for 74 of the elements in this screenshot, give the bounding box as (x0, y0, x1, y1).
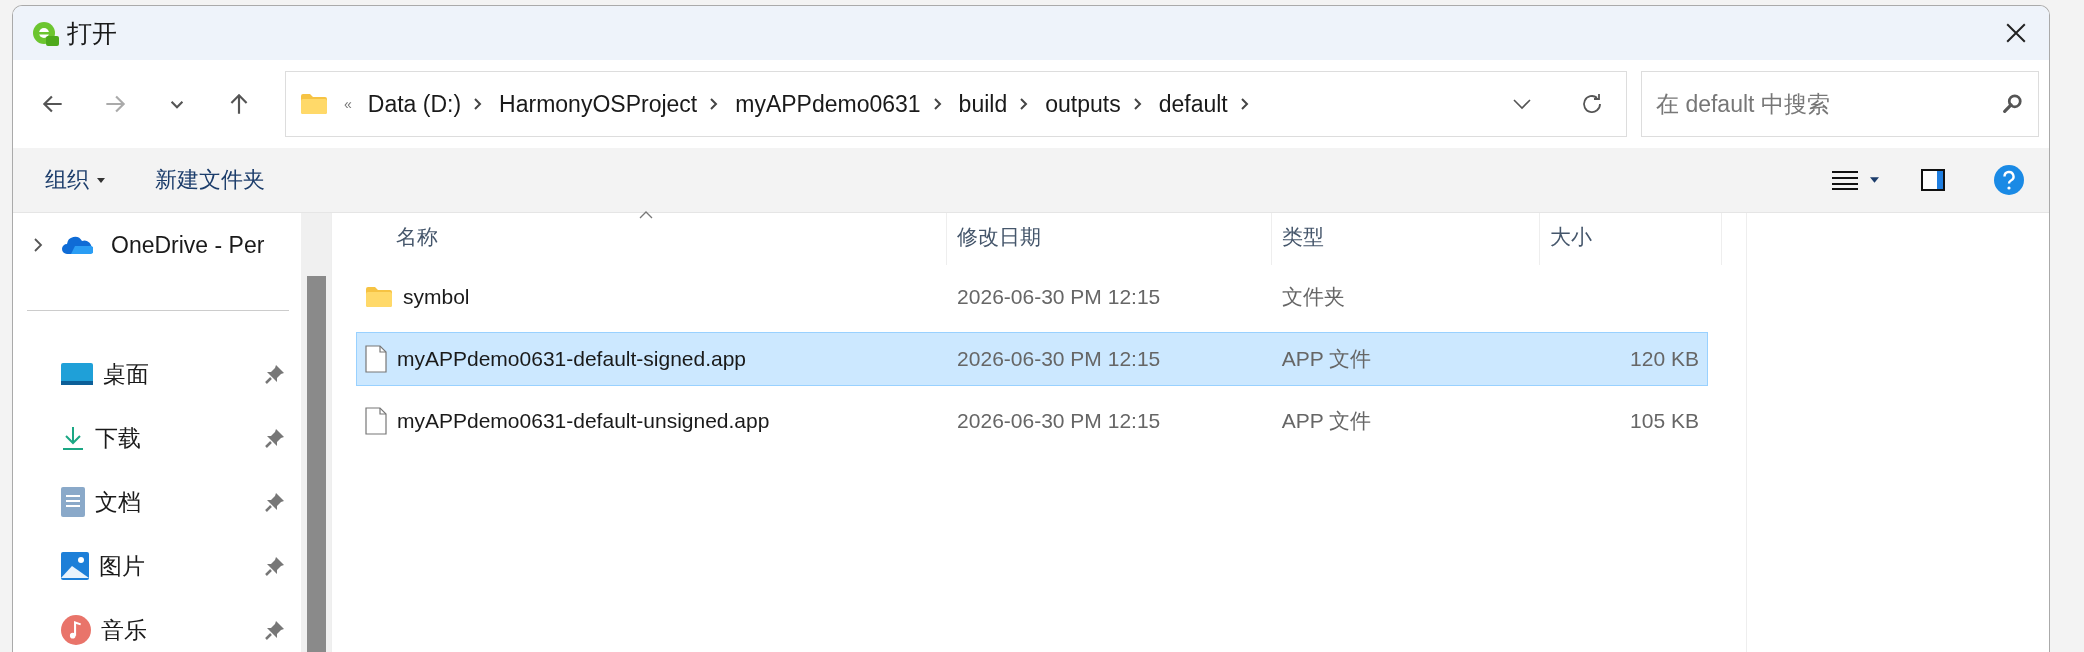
column-header[interactable]: 名称 (332, 213, 947, 265)
sidebar-label: 音乐 (101, 615, 148, 645)
download-icon (61, 425, 85, 451)
breadcrumb-item[interactable]: build (958, 90, 1008, 118)
breadcrumb-item[interactable]: outputs (1045, 90, 1121, 118)
chevron-right-icon[interactable] (33, 237, 43, 253)
pin-icon[interactable] (265, 364, 285, 384)
sidebar-item[interactable]: 文档 (13, 470, 301, 534)
scrollbar-thumb[interactable] (306, 276, 326, 652)
file-size: 105 KB (1630, 409, 1699, 433)
folder-icon (365, 286, 393, 308)
file-name: myAPPdemo0631-default-signed.app (397, 347, 747, 371)
sidebar-label: 文档 (95, 487, 142, 517)
new-folder-button[interactable]: 新建文件夹 (147, 159, 273, 201)
file-row[interactable]: myAPPdemo0631-default-signed.app 2026-06-30 PM 12:15 APP 文件 120 KB (356, 332, 1708, 386)
preview-pane-icon[interactable] (1921, 169, 1945, 191)
help-icon[interactable] (1993, 164, 2025, 196)
column-header[interactable]: 大小 (1540, 213, 1722, 265)
sidebar-label: OneDrive - Per (111, 231, 266, 259)
breadcrumb-item[interactable]: HarmonyOSProject (499, 90, 698, 118)
date-modified: 2026-06-30 PM 12:15 (957, 285, 1161, 309)
pin-icon[interactable] (265, 620, 285, 640)
pin-icon[interactable] (265, 556, 285, 576)
breadcrumb-item[interactable]: myAPPdemo0631 (735, 90, 921, 118)
desktop-icon (61, 362, 93, 386)
pin-icon[interactable] (265, 492, 285, 512)
caret-icon[interactable] (1870, 177, 1879, 183)
file-row[interactable]: symbol 2026-06-30 PM 12:15 文件夹 (356, 270, 1708, 324)
file-icon (365, 407, 387, 435)
sidebar-item[interactable]: OneDrive - Per (13, 213, 301, 277)
date-modified: 2026-06-30 PM 12:15 (957, 409, 1161, 433)
file-type: 文件夹 (1281, 284, 1345, 310)
caret-icon[interactable] (97, 177, 105, 183)
chevron-right-icon[interactable] (1132, 97, 1143, 111)
sidebar-item[interactable]: 图片 (13, 534, 301, 598)
date-modified: 2026-06-30 PM 12:15 (957, 347, 1161, 371)
chevron-right-icon[interactable] (473, 97, 484, 111)
file-icon (365, 345, 387, 373)
search-icon[interactable] (2001, 93, 2023, 115)
chevron-right-icon[interactable] (1239, 97, 1250, 111)
document-icon (61, 487, 85, 517)
file-name: symbol (403, 285, 470, 309)
window-title: 打开 (67, 17, 117, 49)
address-bar[interactable]: « Data (D:) HarmonyOSProject myAPPdemo0631 build outputs default (285, 71, 1627, 137)
breadcrumb-item[interactable]: Data (D:) (367, 90, 462, 118)
column-header[interactable]: 修改日期 (947, 213, 1272, 265)
search-field[interactable]: 在 default 中搜索 (1641, 71, 2039, 137)
organize-menu-button[interactable]: 组织 (37, 159, 113, 201)
app-logo-icon (31, 19, 59, 47)
file-name: myAPPdemo0631-default-unsigned.app (397, 409, 770, 433)
column-header[interactable]: 类型 (1272, 213, 1540, 265)
sidebar-label: 下载 (95, 423, 142, 453)
breadcrumb-item[interactable]: default (1158, 90, 1228, 118)
sidebar-item[interactable]: 音乐 (13, 598, 301, 652)
sidebar-item[interactable]: 下载 (13, 406, 301, 470)
chevron-right-icon[interactable] (1019, 97, 1030, 111)
file-size: 120 KB (1630, 347, 1699, 371)
file-row[interactable]: myAPPdemo0631-default-unsigned.app 2026-06-30 PM 12:15 APP 文件 105 KB (356, 394, 1708, 448)
list-view-icon[interactable] (1832, 170, 1858, 190)
sidebar-label: 图片 (99, 551, 146, 581)
refresh-icon[interactable] (1580, 92, 1604, 116)
chevron-right-icon[interactable] (932, 97, 943, 111)
close-icon[interactable] (2005, 22, 2027, 44)
sidebar-item[interactable]: 桌面 (13, 342, 301, 406)
sidebar-label: 桌面 (103, 359, 150, 389)
music-icon (61, 615, 91, 645)
file-type: APP 文件 (1281, 408, 1372, 434)
folder-icon (300, 93, 328, 115)
pictures-icon (61, 552, 89, 580)
overflow-chevron[interactable]: « (344, 96, 352, 112)
file-type: APP 文件 (1281, 346, 1372, 372)
cloud-icon (61, 235, 93, 255)
chevron-right-icon[interactable] (709, 97, 720, 111)
pin-icon[interactable] (265, 428, 285, 448)
